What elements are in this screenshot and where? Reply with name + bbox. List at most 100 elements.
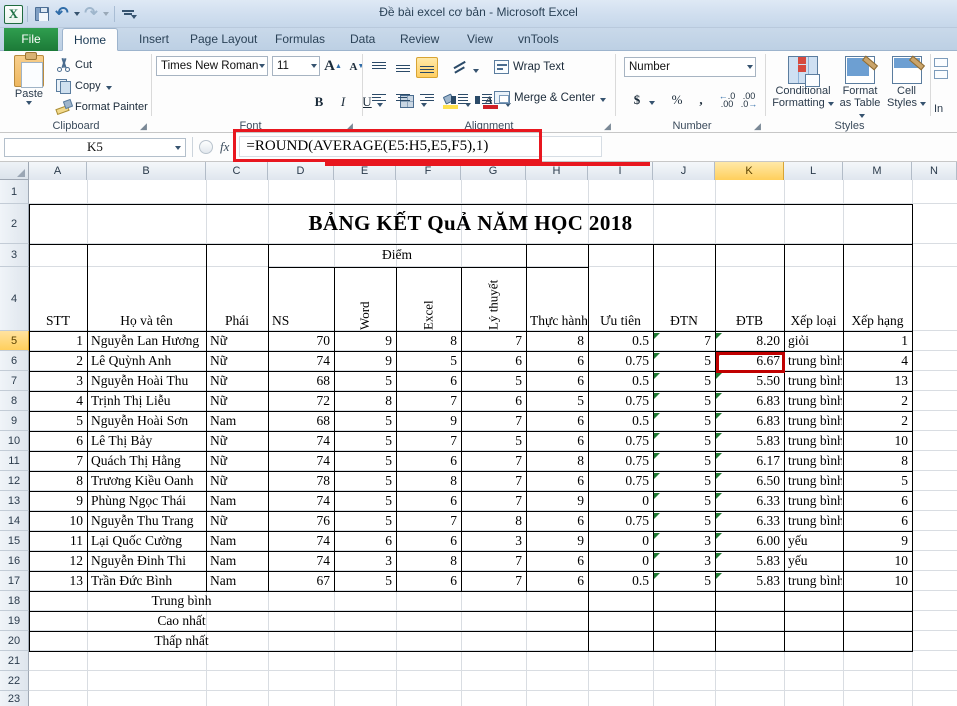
cell-theory[interactable]: 7 [462, 332, 525, 351]
row-header-22[interactable]: 22 [0, 671, 29, 691]
row-header-21[interactable]: 21 [0, 651, 29, 671]
row-header-16[interactable]: 16 [0, 551, 29, 571]
tab-review[interactable]: Review [388, 28, 451, 51]
conditional-formatting-button[interactable]: Conditional Formatting [771, 56, 835, 109]
cell-stt[interactable]: 8 [30, 472, 86, 491]
orientation-button[interactable] [450, 57, 472, 78]
decrease-indent-button[interactable] [448, 89, 470, 110]
cell-word[interactable]: 5 [335, 432, 395, 451]
cell-name[interactable]: Nguyễn Đinh Thi [88, 552, 205, 571]
cell-ns[interactable]: 74 [269, 532, 333, 551]
cell-gender[interactable]: Nam [207, 412, 267, 431]
cell-excel[interactable]: 6 [397, 572, 460, 591]
align-left-button[interactable] [368, 89, 390, 110]
wrap-text-button[interactable]: Wrap Text [494, 60, 564, 74]
formula-error-flag-icon[interactable] [654, 453, 660, 459]
cell-rank[interactable]: 10 [844, 572, 911, 591]
chevron-down-icon[interactable] [311, 64, 317, 68]
cell-practice[interactable]: 8 [527, 332, 587, 351]
cell-excel[interactable]: 6 [397, 492, 460, 511]
cell-dtb[interactable]: 6.83 [716, 412, 783, 431]
copy-button[interactable]: Copy [56, 78, 112, 94]
cell-grade[interactable]: yếu [785, 532, 842, 551]
summary-row-label[interactable]: Trung bình [30, 592, 333, 611]
cell-practice[interactable]: 6 [527, 572, 587, 591]
cell-dtb[interactable]: 8.20 [716, 332, 783, 351]
tab-file[interactable]: File [4, 28, 58, 51]
cell-grade[interactable]: trung bình [785, 492, 842, 511]
cell-word[interactable]: 5 [335, 452, 395, 471]
summary-row-label[interactable]: Cao nhất [30, 612, 333, 631]
cell-word[interactable]: 6 [335, 532, 395, 551]
cell-ns[interactable]: 72 [269, 392, 333, 411]
row-header-9[interactable]: 9 [0, 411, 29, 431]
header-dtn[interactable]: ĐTN [654, 268, 714, 330]
grid-body[interactable]: BẢNG KẾT QuẢ NĂM HỌC 2018 Điểm STT Họ và… [29, 180, 957, 706]
cell-name[interactable]: Trần Đức Bình [88, 572, 205, 591]
cell-word[interactable]: 8 [335, 392, 395, 411]
increase-decimal-button[interactable]: .00.0→ [738, 89, 760, 110]
cell-dtn[interactable]: 5 [654, 572, 714, 591]
cell-priority[interactable]: 0.75 [589, 392, 652, 411]
insert-cells-icon[interactable] [934, 58, 950, 82]
formula-error-flag-icon[interactable] [716, 513, 722, 519]
cell-priority[interactable]: 0.5 [589, 332, 652, 351]
cell-priority[interactable]: 0 [589, 492, 652, 511]
cell-excel[interactable]: 7 [397, 392, 460, 411]
cell-theory[interactable]: 3 [462, 532, 525, 551]
cell-dtb[interactable]: 5.83 [716, 552, 783, 571]
cell-priority[interactable]: 0 [589, 532, 652, 551]
formula-error-flag-icon[interactable] [716, 393, 722, 399]
formula-input[interactable]: =ROUND(AVERAGE(E5:H5,E5,F5),1) [239, 135, 602, 157]
formula-error-flag-icon[interactable] [654, 513, 660, 519]
formula-error-flag-icon[interactable] [716, 433, 722, 439]
cell-gender[interactable]: Nữ [207, 392, 267, 411]
format-painter-button[interactable]: Format Painter [56, 99, 148, 114]
currency-format-button[interactable]: $ [626, 89, 648, 110]
cell-ns[interactable]: 78 [269, 472, 333, 491]
formula-error-flag-icon[interactable] [654, 533, 660, 539]
header-excel[interactable]: Excel [397, 268, 460, 330]
cell-word[interactable]: 5 [335, 512, 395, 531]
cell-priority[interactable]: 0.75 [589, 512, 652, 531]
row-header-6[interactable]: 6 [0, 351, 29, 371]
cell-grade[interactable]: trung bình [785, 372, 842, 391]
tab-vntools[interactable]: vnTools [506, 28, 571, 51]
cell-dtb[interactable]: 6.83 [716, 392, 783, 411]
italic-button[interactable]: I [332, 91, 354, 112]
cell-name[interactable]: Lại Quốc Cường [88, 532, 205, 551]
formula-error-flag-icon[interactable] [654, 473, 660, 479]
cell-theory[interactable]: 7 [462, 412, 525, 431]
row-header-7[interactable]: 7 [0, 371, 29, 391]
row-header-8[interactable]: 8 [0, 391, 29, 411]
header-practice[interactable]: Thực hành [527, 268, 587, 330]
cell-rank[interactable]: 2 [844, 392, 911, 411]
cell-name[interactable]: Nguyễn Hoài Thu [88, 372, 205, 391]
column-header-n[interactable]: N [912, 162, 957, 180]
cell-stt[interactable]: 10 [30, 512, 86, 531]
formula-error-flag-icon[interactable] [716, 453, 722, 459]
cell-priority[interactable]: 0.75 [589, 452, 652, 471]
cell-theory[interactable]: 5 [462, 432, 525, 451]
cell-dtn[interactable]: 5 [654, 432, 714, 451]
cell-ns[interactable]: 68 [269, 372, 333, 391]
cell-ns[interactable]: 74 [269, 352, 333, 371]
cell-rank[interactable]: 10 [844, 432, 911, 451]
header-stt[interactable]: STT [30, 268, 86, 330]
cell-word[interactable]: 5 [335, 492, 395, 511]
tab-formulas[interactable]: Formulas [263, 28, 337, 51]
formula-error-flag-icon[interactable] [654, 433, 660, 439]
spreadsheet-grid[interactable]: A B C D E F G H I J K L M N 1 2 3 4 5 6 … [0, 162, 957, 706]
column-header-k[interactable]: K [715, 162, 784, 180]
cell-styles-button[interactable]: Cell Styles [885, 55, 928, 109]
cell-stt[interactable]: 12 [30, 552, 86, 571]
cell-priority[interactable]: 0.75 [589, 352, 652, 371]
header-dtb[interactable]: ĐTB [716, 268, 783, 330]
font-size-input[interactable]: 11 [272, 56, 320, 76]
merge-and-center-button[interactable]: Merge & Center [494, 91, 607, 104]
cell-grade[interactable]: trung bình [785, 432, 842, 451]
formula-error-flag-icon[interactable] [716, 473, 722, 479]
cell-dtn[interactable]: 3 [654, 552, 714, 571]
formula-error-flag-icon[interactable] [716, 333, 722, 339]
cell-practice[interactable]: 6 [527, 372, 587, 391]
